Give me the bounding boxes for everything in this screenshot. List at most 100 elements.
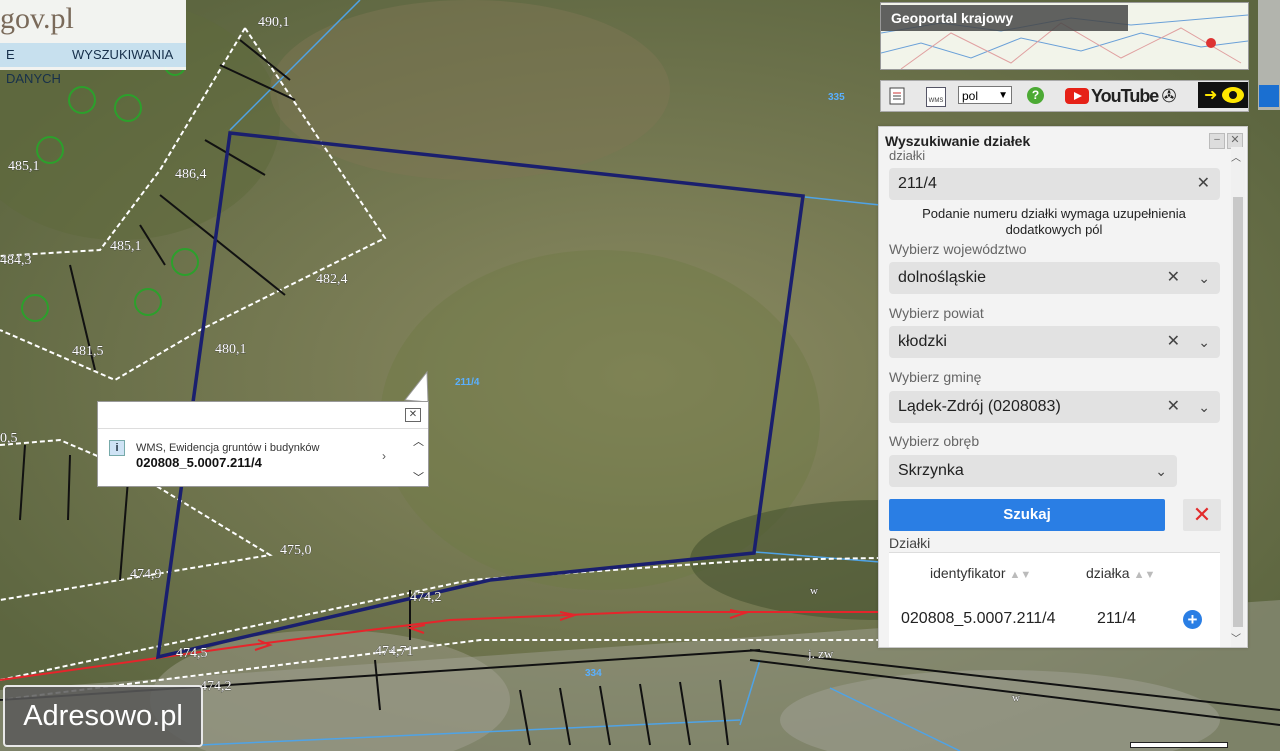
height-label: 485,1 <box>110 239 142 254</box>
toolbar: WMS pol ▼ ? YouTube ✇ ➜ <box>880 80 1249 112</box>
commune-select[interactable]: Lądek-Zdrój (0208083) ✕ ⌄ <box>889 391 1220 423</box>
clear-icon[interactable]: ✕ <box>1167 326 1180 358</box>
divider <box>98 428 428 429</box>
scale-bar <box>1130 742 1228 748</box>
precinct-select[interactable]: Skrzynka ⌄ <box>889 455 1177 487</box>
eye-toggle-icon[interactable] <box>1259 85 1279 107</box>
close-icon[interactable]: ✕ <box>405 408 421 422</box>
chevron-down-icon[interactable]: ⌄ <box>1198 326 1210 358</box>
panel-title: Wyszukiwanie działek <box>885 133 1031 149</box>
chevron-down-icon: ▼ <box>998 90 1008 101</box>
eye-icon <box>1222 87 1244 103</box>
chevron-up-icon[interactable]: ︿ <box>413 433 424 449</box>
tab-wyszukiwania[interactable]: WYSZUKIWANIA <box>66 43 186 67</box>
youtube-label: YouTube <box>1091 86 1159 106</box>
height-label: 484,3 <box>0 253 32 268</box>
height-label: 474,2 <box>410 590 442 605</box>
height-label: 480,1 <box>215 342 247 357</box>
clear-icon[interactable]: ✕ <box>1197 168 1210 200</box>
chevron-down-icon[interactable]: ⌄ <box>1155 455 1167 487</box>
height-label: 0,5 <box>0 431 18 446</box>
chevron-up-icon[interactable]: ︿ <box>1231 149 1241 164</box>
road-mark: j. zw <box>807 646 834 661</box>
parcel-number-label: 211/4 <box>455 377 480 388</box>
feature-info-popup: ✕ i WMS, Ewidencja gruntów i budynków 02… <box>97 401 429 487</box>
popup-parcel-id: 020808_5.0007.211/4 <box>136 455 262 470</box>
popup-layer-name: WMS, Ewidencja gruntów i budynków <box>136 442 320 454</box>
commune-label: Wybierz gminę <box>889 369 982 385</box>
results-label: Działki <box>889 535 931 551</box>
chevron-down-icon[interactable]: ⌄ <box>1198 391 1210 423</box>
voivodeship-value: dolnośląskie <box>898 269 987 286</box>
high-contrast-eye-icon[interactable]: ➜ <box>1198 82 1248 108</box>
wms-icon[interactable]: WMS <box>926 87 946 107</box>
map-number-label: 334 <box>585 668 602 679</box>
height-label: 490,1 <box>258 15 290 30</box>
county-select[interactable]: kłodzki ✕ ⌄ <box>889 326 1220 358</box>
parcel-number-input[interactable]: 211/4 ✕ <box>889 168 1220 200</box>
road-mark: w <box>810 585 818 597</box>
youtube-link[interactable]: YouTube <box>1065 86 1159 108</box>
geoportal-thumbnail[interactable]: Geoportal krajowy <box>880 2 1249 70</box>
results-table: identyfikator ▲▼ działka ▲▼ 020808_5.0007.… <box>889 552 1220 647</box>
county-value: kłodzki <box>898 333 947 350</box>
voivodeship-label: Wybierz województwo <box>889 241 1027 257</box>
precinct-label: Wybierz obręb <box>889 433 980 449</box>
panel-scrollbar[interactable]: ︿ ﹀ <box>1231 147 1245 647</box>
search-button[interactable]: Szukaj <box>889 499 1165 531</box>
info-note: Podanie numeru działki wymaga uzupełnien… <box>922 206 1186 237</box>
clear-icon[interactable]: ✕ <box>1167 262 1180 294</box>
watermark-adresowo: Adresowo.pl <box>3 685 203 747</box>
height-label: 474,71 <box>375 644 414 659</box>
road-mark: w <box>1012 692 1020 704</box>
height-label: 474,9 <box>130 567 162 582</box>
minimize-icon[interactable]: – <box>1209 133 1225 149</box>
precinct-value: Skrzynka <box>898 462 964 479</box>
column-header-identyfikator[interactable]: identyfikator ▲▼ <box>930 565 1031 581</box>
county-label: Wybierz powiat <box>889 305 984 321</box>
height-label: 475,0 <box>280 543 312 558</box>
parcel-number-value: 211/4 <box>898 175 937 192</box>
height-label: 481,5 <box>72 344 104 359</box>
chevron-down-icon[interactable]: ﹀ <box>1231 630 1241 645</box>
chevron-down-icon[interactable]: ﹀ <box>413 469 424 485</box>
cell-identyfikator: 020808_5.0007.211/4 <box>901 610 1056 627</box>
height-label: 486,4 <box>175 167 207 182</box>
height-label: 474,5 <box>176 646 208 661</box>
cell-dzialka: 211/4 <box>1097 610 1136 627</box>
geoportal-label: Geoportal krajowy <box>881 5 1128 31</box>
wms-icon-text: WMS <box>928 98 944 104</box>
clear-form-button[interactable]: ✕ <box>1183 499 1221 531</box>
commune-value: Lądek-Zdrój (0208083) <box>898 398 1061 415</box>
list-icon[interactable] <box>889 87 905 105</box>
parcel-number-label: działki <box>889 148 926 163</box>
right-edge-tools <box>1258 0 1280 110</box>
chevron-down-icon[interactable]: ⌄ <box>1198 262 1210 294</box>
logo-text: gov.pl <box>0 2 74 35</box>
add-icon[interactable]: + <box>1183 610 1202 629</box>
height-label: 482,4 <box>316 272 348 287</box>
parcel-search-panel: Wyszukiwanie działek – ✕ działki 211/4 ✕… <box>878 126 1248 648</box>
help-text: ? <box>1031 88 1040 102</box>
map-number-label: 335 <box>828 92 845 103</box>
info-icon: i <box>109 440 125 456</box>
tab-dane[interactable]: E DANYCH <box>0 43 68 86</box>
height-label: 474,2 <box>200 679 232 694</box>
scrollbar-thumb[interactable] <box>1233 197 1243 627</box>
column-header-label: identyfikator <box>930 565 1006 581</box>
language-value: pol <box>962 89 979 103</box>
voivodeship-select[interactable]: dolnośląskie ✕ ⌄ <box>889 262 1220 294</box>
sort-icon: ▲▼ <box>1133 569 1156 581</box>
youtube-icon <box>1065 88 1089 104</box>
accessibility-icon[interactable]: ✇ <box>1159 86 1179 106</box>
arrow-right-icon: ➜ <box>1204 87 1218 104</box>
clear-icon[interactable]: ✕ <box>1167 391 1180 423</box>
sort-icon: ▲▼ <box>1009 569 1032 581</box>
chevron-right-icon[interactable]: › <box>382 449 386 463</box>
language-select[interactable]: pol ▼ <box>958 86 1012 104</box>
column-header-label: działka <box>1086 565 1130 581</box>
help-icon[interactable]: ? <box>1027 87 1044 104</box>
column-header-dzialka[interactable]: działka ▲▼ <box>1086 565 1155 581</box>
height-label: 485,1 <box>8 159 40 174</box>
logo-panel: gov.pl E DANYCH WYSZUKIWANIA <box>0 0 186 86</box>
